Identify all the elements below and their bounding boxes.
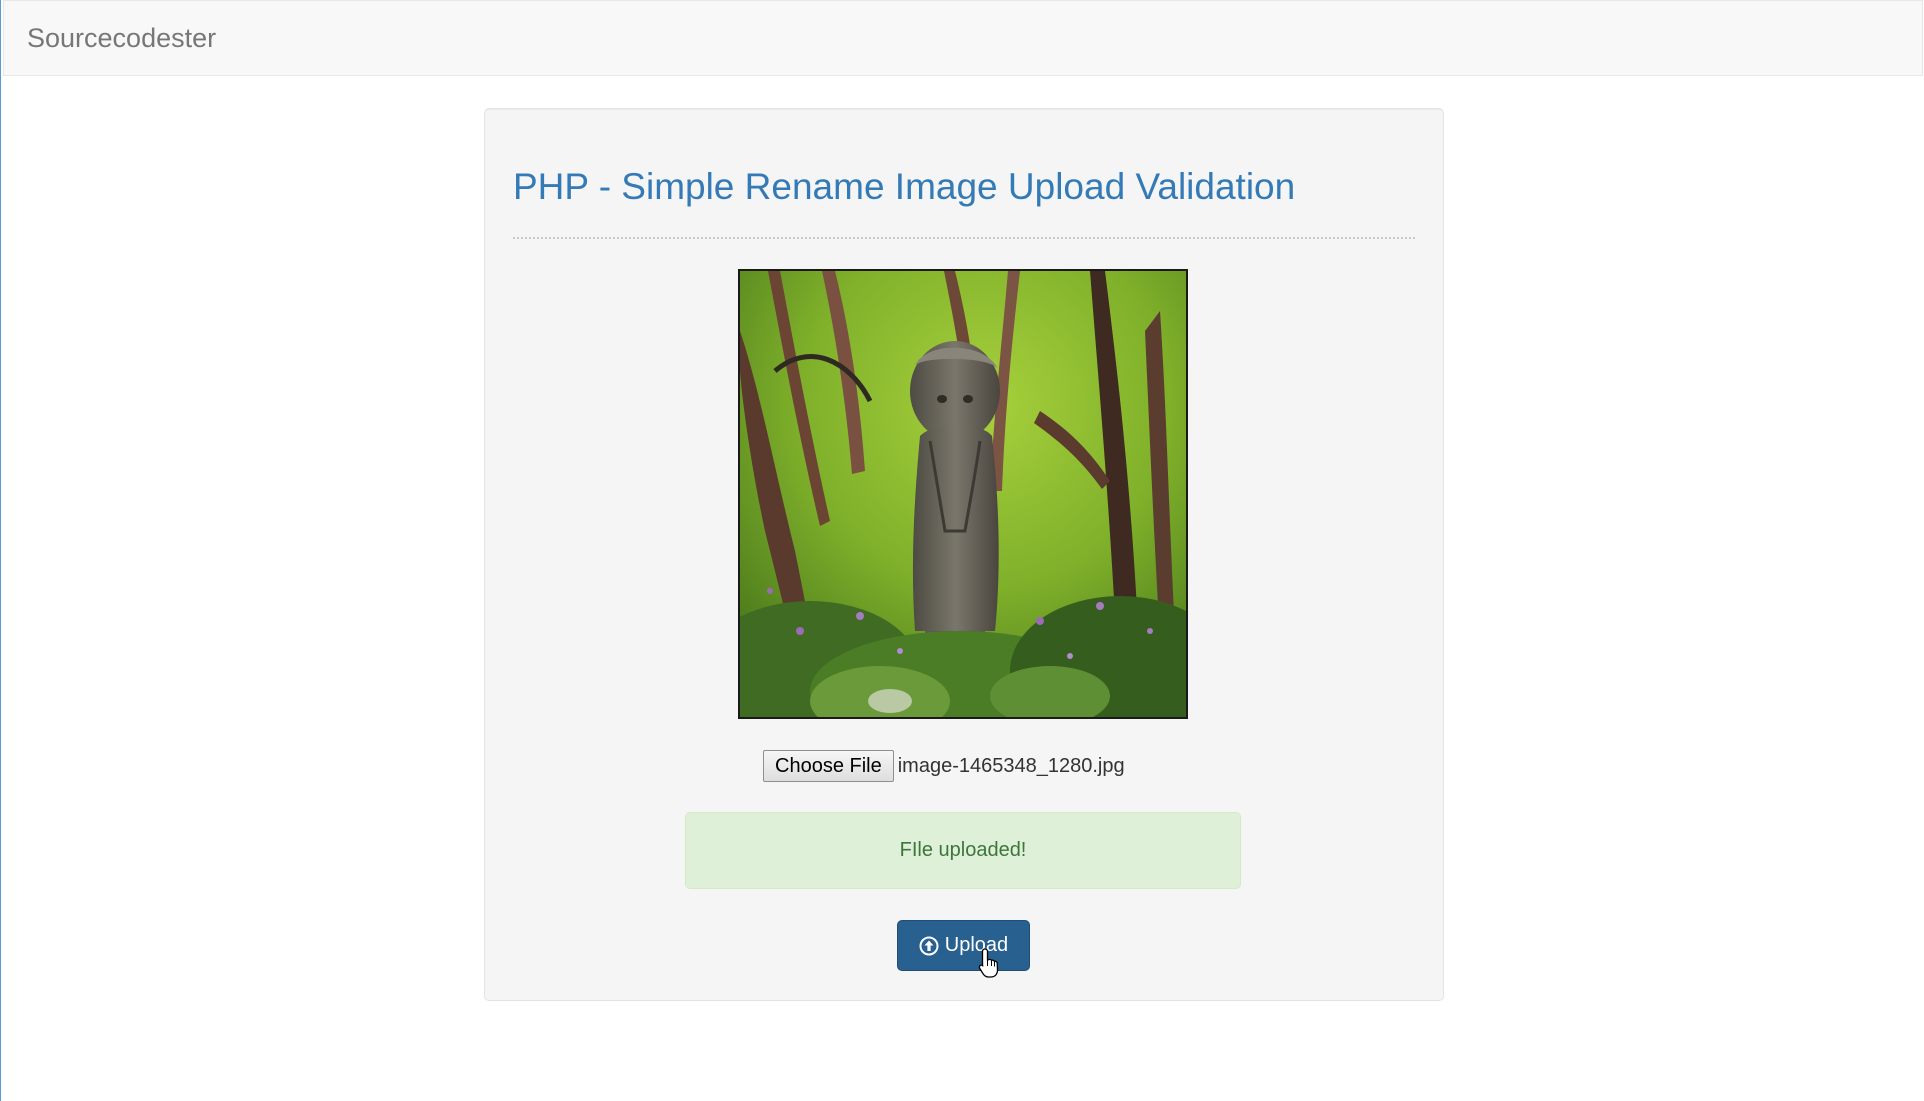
- hand-pointer-cursor-icon: [978, 947, 1002, 979]
- circle-arrow-up-icon: [919, 936, 939, 956]
- navbar: Sourcecodester: [3, 0, 1923, 76]
- title-divider: [513, 237, 1415, 239]
- uploaded-image-preview: [738, 269, 1188, 719]
- success-alert: FIle uploaded!: [685, 812, 1241, 889]
- choose-file-button[interactable]: Choose File: [763, 750, 894, 782]
- upload-panel: PHP - Simple Rename Image Upload Validat…: [484, 108, 1444, 1001]
- selected-file-name: image-1465348_1280.jpg: [897, 754, 1125, 777]
- page-title: PHP - Simple Rename Image Upload Validat…: [513, 166, 1296, 207]
- file-input[interactable]: Choose File image-1465348_1280.jpg: [763, 750, 1125, 782]
- upload-button[interactable]: Upload: [897, 920, 1030, 971]
- navbar-brand[interactable]: Sourcecodester: [27, 23, 216, 54]
